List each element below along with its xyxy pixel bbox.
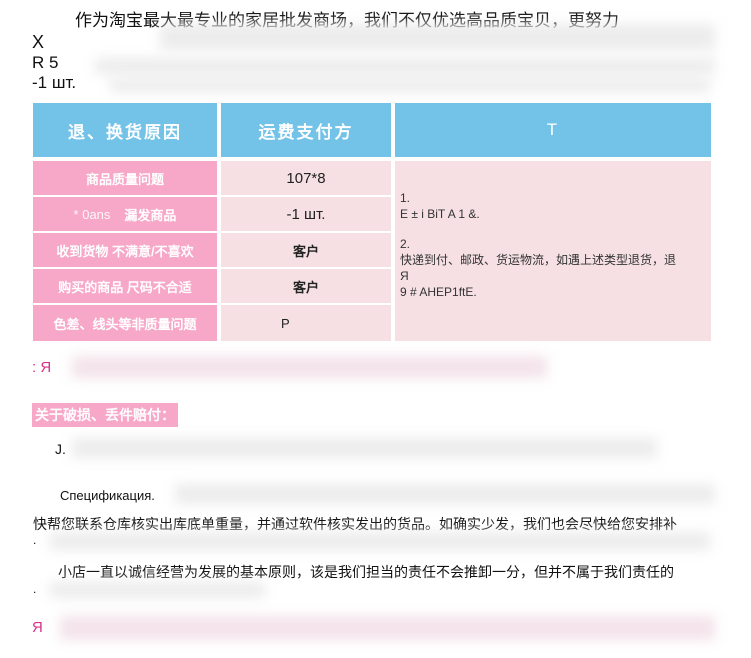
- blurred-band: [60, 616, 715, 640]
- blurred-band: [50, 582, 265, 598]
- table-row-reason: 色差、线头等非质量问题: [33, 305, 217, 341]
- blurred-band: [160, 24, 715, 50]
- paragraph-2: 小店一直以诚信经营为发展的基本原则，该是我们担当的责任不会推卸一分，但并不属于我…: [58, 564, 674, 580]
- table-row-reason: 收到货物 不满意/不喜欢: [33, 233, 217, 267]
- table-row-reason: * 0ans 漏发商品: [33, 197, 217, 231]
- note-2-continuation: Я: [400, 269, 409, 283]
- table-row-payer: -1 шт.: [221, 197, 391, 231]
- x-label: X: [32, 32, 45, 52]
- note-1-number: 1.: [400, 191, 411, 205]
- paragraph-1: 快帮您联系仓库核实出库底单重量，并通过软件核实发出的货品。如确实少发，我们也会尽…: [33, 516, 677, 532]
- section-marker: : Я: [32, 359, 52, 376]
- notes-list: 1. E ± i BiT A 1 &. 2. 快递到付、邮政、货运物流，如遇上述…: [400, 190, 676, 300]
- reason-prefix: * 0ans: [73, 206, 111, 222]
- damage-compensation-title: 关于破损、丢件赔付：: [32, 403, 178, 427]
- table-row-reason: 购买的商品 尺码不合适: [33, 269, 217, 303]
- table-row-payer: 客户: [221, 269, 391, 303]
- footer-marker: Я: [32, 619, 43, 636]
- reason-text: 漏发商品: [124, 207, 177, 223]
- header-notes: T: [395, 103, 711, 157]
- note-2-tail: 9 # AHEP1ftE.: [400, 285, 477, 299]
- note-1-text: E ± i BiT A 1 &.: [400, 207, 480, 221]
- specification-label: Спецификация.: [60, 488, 155, 503]
- blurred-band: [95, 58, 715, 74]
- blurred-band: [50, 532, 710, 550]
- header-payer: 运费支付方: [221, 103, 391, 157]
- blurred-band: [110, 78, 710, 92]
- note-2-text: 快递到付、邮政、货运物流，如遇上述类型退货，退: [400, 253, 677, 267]
- blurred-band: [72, 438, 657, 458]
- header-reason: 退、换货原因: [33, 103, 217, 157]
- table-row-payer: 客户: [221, 233, 391, 267]
- table-row-payer: 107*8: [221, 161, 391, 195]
- blurred-band: [175, 484, 715, 504]
- r-label: R 5: [32, 53, 59, 72]
- note-2-number: 2.: [400, 237, 411, 251]
- paragraph-1-end: .: [33, 533, 37, 547]
- quantity-label: -1 шт.: [32, 73, 77, 92]
- blurred-band: [72, 356, 547, 378]
- paragraph-2-end: .: [33, 582, 37, 596]
- table-row-payer: P: [221, 305, 391, 341]
- damage-line: J.: [55, 441, 66, 457]
- table-row-reason: 商品质量问题: [33, 161, 217, 195]
